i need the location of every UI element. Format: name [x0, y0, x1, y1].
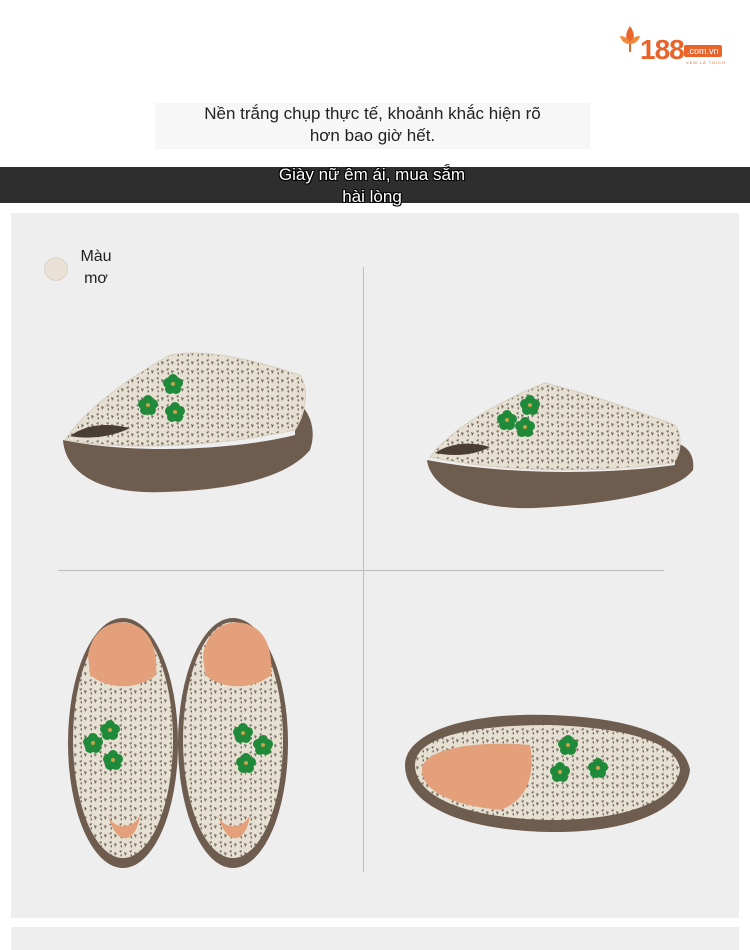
leaf-logo-icon: [620, 26, 640, 52]
shoe-photo-top-pair: [68, 618, 288, 868]
shoe-photo-side-left: [63, 352, 313, 493]
color-label: Màu mơ: [70, 246, 122, 290]
banner-line-1: Giày nữ êm ái, mua sắm: [278, 165, 466, 184]
brand-logo[interactable]: 188 .com.vn XEM LÀ THÍCH: [618, 22, 733, 70]
logo-slogan: XEM LÀ THÍCH: [686, 60, 726, 65]
banner-line-2: hài lòng: [342, 187, 402, 206]
intro-line-2: hơn bao giờ hết.: [309, 126, 436, 145]
color-label-line-1: Màu: [80, 248, 112, 265]
next-panel-strip: [11, 927, 739, 950]
shoe-photo-angled: [405, 714, 690, 833]
logo-domain: .com.vn: [684, 45, 722, 57]
grid-divider-horizontal: [58, 570, 664, 571]
intro-caption: Nền trắng chụp thực tế, khoảnh khắc hiện…: [155, 103, 590, 149]
logo-number: 188: [640, 34, 685, 65]
banner-caption: Giày nữ êm ái, mua sắm hài lòng: [262, 164, 482, 208]
shoe-photo-side-right: [427, 382, 694, 509]
color-label-line-2: mơ: [84, 270, 108, 287]
intro-line-1: Nền trắng chụp thực tế, khoảnh khắc hiện…: [204, 104, 541, 123]
color-swatch[interactable]: [45, 258, 67, 280]
